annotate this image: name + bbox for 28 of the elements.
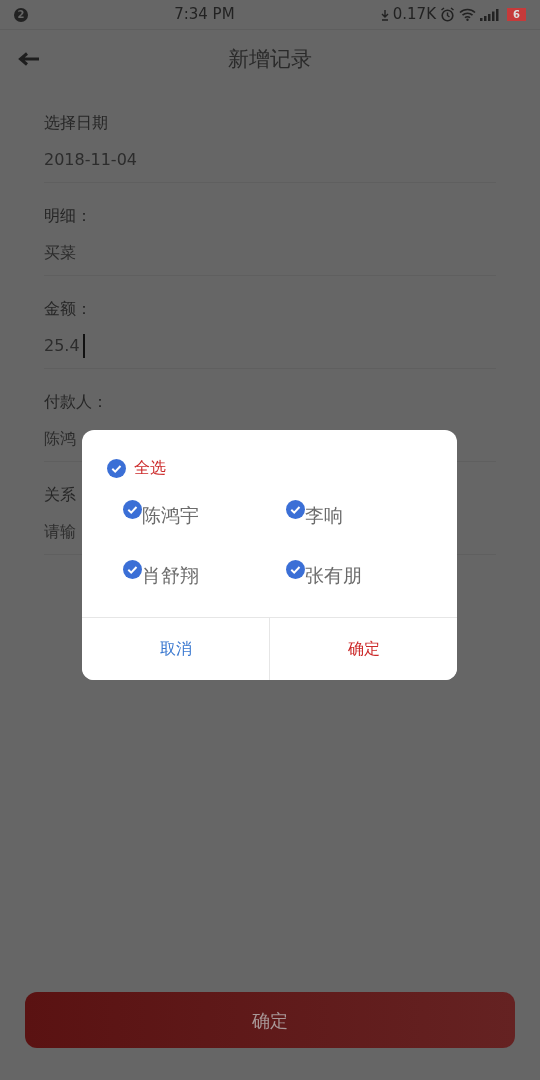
field-label: 金额： bbox=[44, 298, 93, 320]
option-label[interactable]: 李响 bbox=[305, 502, 343, 528]
checkbox-icon[interactable] bbox=[107, 458, 126, 478]
confirm-button[interactable]: 确定 bbox=[269, 618, 457, 680]
field-label: 选择日期 bbox=[44, 112, 109, 134]
checkbox-icon[interactable] bbox=[123, 500, 142, 519]
notification-badge: 2 bbox=[14, 7, 28, 22]
status-time: 7:34 PM bbox=[174, 4, 235, 26]
download-icon bbox=[380, 8, 389, 21]
net-speed: 0.17K bbox=[392, 4, 436, 26]
field-label: 关系 bbox=[44, 484, 77, 506]
submit-button[interactable]: 确定 bbox=[25, 992, 515, 1048]
option-label[interactable]: 肖舒翔 bbox=[142, 562, 199, 588]
option-label[interactable]: 陈鸿宇 bbox=[142, 502, 199, 528]
input-field[interactable]: 请输 bbox=[44, 520, 80, 544]
signal-icon bbox=[480, 8, 499, 21]
page-title: 新增记录 bbox=[228, 46, 312, 74]
wifi-icon bbox=[459, 8, 476, 21]
alarm-icon bbox=[440, 7, 455, 22]
checkbox-icon[interactable] bbox=[286, 560, 305, 579]
field-label: 付款人： bbox=[44, 391, 109, 413]
field-label: 明细： bbox=[44, 205, 93, 227]
back-arrow-icon[interactable] bbox=[18, 52, 40, 66]
checkbox-icon[interactable] bbox=[286, 500, 305, 519]
option-label[interactable]: 张有朋 bbox=[305, 562, 362, 588]
battery-level: 6 bbox=[507, 8, 526, 21]
checkbox-icon[interactable] bbox=[123, 560, 142, 579]
select-all-label[interactable]: 全选 bbox=[134, 456, 166, 480]
